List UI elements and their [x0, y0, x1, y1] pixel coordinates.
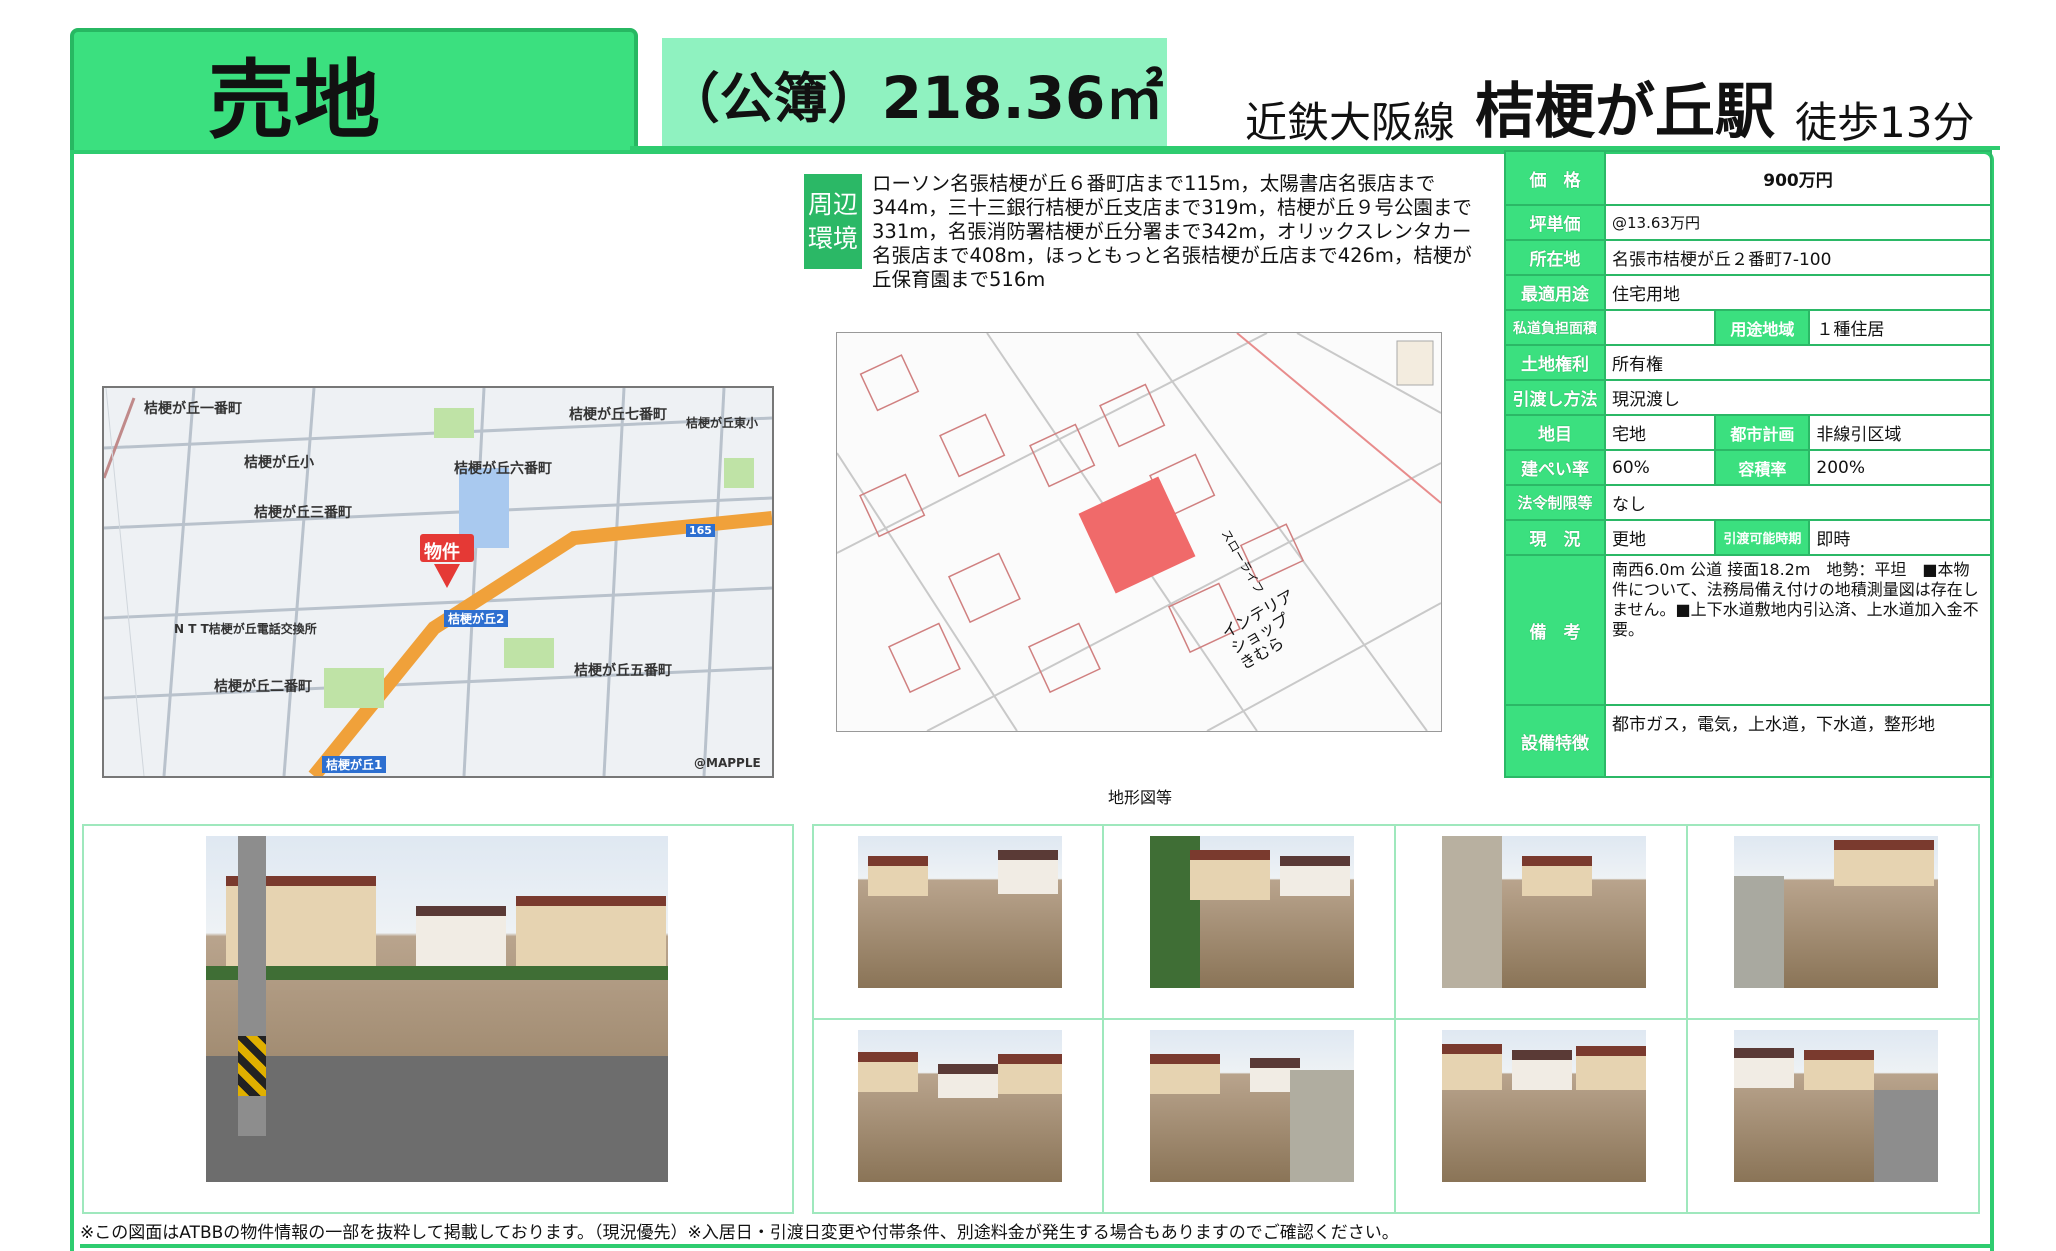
terrain-map: インテリア ショップ きむら スローライフ [836, 332, 1442, 732]
best-use-value: 住宅用地 [1604, 274, 1992, 311]
location-value: 名張市桔梗が丘２番町7-100 [1604, 239, 1992, 276]
environment-badge-line2: 環境 [807, 223, 858, 253]
terrain-graphic [837, 333, 1441, 731]
page-title: 売地 [208, 50, 380, 151]
property-marker: 物件 [424, 542, 460, 563]
land-right-value: 所有権 [1604, 344, 1992, 381]
map-label-8: 桔梗が丘二番町 [214, 679, 312, 695]
area-map: 桔梗が丘一番町 桔梗が丘七番町 桔梗が丘東小 桔梗が丘小 桔梗が丘六番町 桔梗が… [102, 386, 774, 778]
gallery-photo-8 [1734, 1030, 1938, 1182]
gallery-photo-7 [1442, 1030, 1646, 1182]
walk-time: 徒歩13分 [1795, 98, 1975, 147]
price-value: 900万円 [1604, 150, 1992, 206]
private-road-label: 私道負担面積 [1504, 309, 1606, 346]
gallery-photo-4 [1734, 836, 1938, 988]
map-label-11: 桔梗が丘1 [322, 756, 387, 773]
environment-badge-line1: 周辺 [807, 189, 858, 219]
land-category-label: 地目 [1504, 414, 1606, 451]
area-value: 218.36㎡ [881, 64, 1164, 132]
remarks-value: 南西6.0m 公道 接面18.2m 地勢：平坦 ■本物件について、法務局備え付け… [1604, 554, 1992, 706]
status-value: 更地 [1603, 519, 1717, 556]
map-label-6: 桔梗が丘三番町 [254, 505, 352, 521]
best-use-label: 最適用途 [1504, 274, 1606, 311]
unit-price-value: @13.63万円 [1604, 204, 1992, 241]
floor-ratio-label: 容積率 [1714, 449, 1811, 486]
coverage-value: 60% [1603, 449, 1717, 486]
environment-text: ローソン名張桔梗が丘６番町店まで115m，太陽書店名張店まで344m，三十三銀行… [872, 172, 1472, 291]
zoning-value: １種住居 [1808, 309, 1992, 346]
map-label-4: 桔梗が丘小 [244, 455, 314, 471]
station-name: 桔梗が丘駅 [1475, 77, 1776, 147]
map-label-2: 桔梗が丘七番町 [569, 407, 667, 423]
floor-ratio-value: 200% [1808, 449, 1992, 486]
area-tab: （公簿） 218.36㎡ [662, 38, 1167, 148]
map-label-9: 桔梗が丘五番町 [574, 663, 672, 679]
facilities-label: 設備特徴 [1504, 704, 1606, 778]
gallery-photo-5 [858, 1030, 1062, 1182]
facilities-value: 都市ガス，電気，上水道，下水道，整形地 [1604, 704, 1992, 778]
route-sign: 165 [686, 524, 715, 537]
map-label-1: 桔梗が丘一番町 [144, 401, 242, 417]
remarks-label: 備 考 [1504, 554, 1606, 706]
footer-disclaimer: ※この図面はATBBの物件情報の一部を抜粋して掲載しております。（現況優先）※入… [80, 1223, 1399, 1243]
title-tab: 売地 [70, 28, 638, 152]
land-right-label: 土地権利 [1504, 344, 1606, 381]
status-label: 現 況 [1504, 519, 1606, 556]
zoning-label: 用途地域 [1714, 309, 1811, 346]
private-road-value [1603, 309, 1717, 346]
handover-method-label: 引渡し方法 [1504, 379, 1606, 416]
gallery-photo-6 [1150, 1030, 1354, 1182]
environment-badge: 周辺 環境 [804, 174, 862, 269]
map-copyright: @MAPPLE [694, 756, 761, 770]
gallery-photo-2 [1150, 836, 1354, 988]
handover-time-value: 即時 [1808, 519, 1992, 556]
terrain-caption: 地形図等 [1107, 788, 1172, 807]
land-category-value: 宅地 [1603, 414, 1717, 451]
area-label: （公簿） [665, 66, 882, 130]
handover-time-label: 引渡可能時期 [1714, 519, 1811, 556]
city-plan-value: 非線引区域 [1808, 414, 1992, 451]
map-label-5: 桔梗が丘六番町 [454, 461, 552, 477]
unit-price-label: 坪単価 [1504, 204, 1606, 241]
map-graphic [104, 388, 772, 776]
gallery-photo-3 [1442, 836, 1646, 988]
map-label-3: 桔梗が丘東小 [686, 416, 759, 430]
footer-line [80, 1244, 1990, 1248]
rail-line: 近鉄大阪線 [1245, 98, 1456, 147]
city-plan-label: 都市計画 [1714, 414, 1811, 451]
station-info: 近鉄大阪線 桔梗が丘駅 徒歩13分 [1245, 77, 1975, 150]
property-info-table: 価 格 900万円 坪単価 @13.63万円 所在地 名張市桔梗が丘２番町7-1… [1504, 150, 1992, 778]
map-label-10: 桔梗が丘2 [444, 610, 509, 627]
main-photo [206, 836, 668, 1182]
coverage-label: 建ぺい率 [1504, 449, 1606, 486]
price-label: 価 格 [1504, 150, 1606, 206]
gallery-divider-h [812, 1018, 1980, 1020]
handover-method-value: 現況渡し [1604, 379, 1992, 416]
legal-label: 法令制限等 [1504, 484, 1606, 521]
gallery-photo-1 [858, 836, 1062, 988]
location-label: 所在地 [1504, 239, 1606, 276]
map-label-7: N T T桔梗が丘電話交換所 [174, 622, 317, 636]
legal-value: なし [1604, 484, 1992, 521]
